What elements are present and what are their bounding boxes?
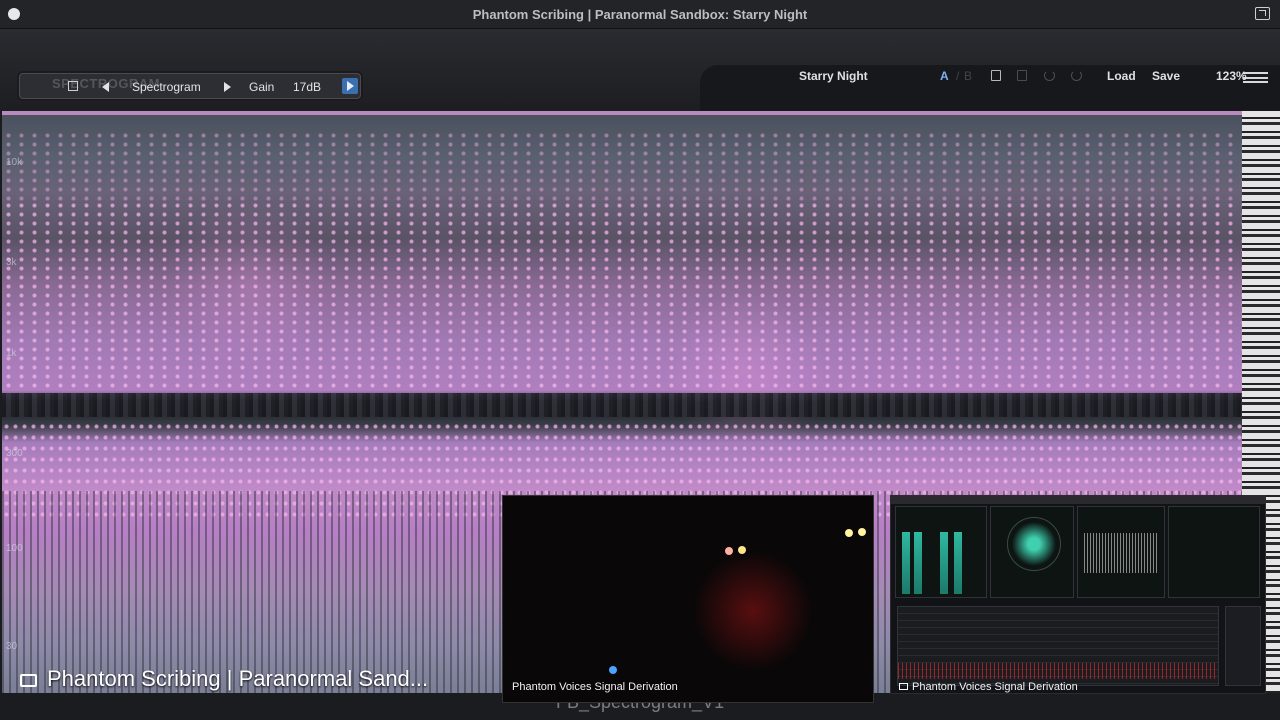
- save-button[interactable]: Save: [1152, 69, 1180, 83]
- gain-label: Gain: [249, 80, 275, 94]
- title-bar: Phantom Scribing | Paranormal Sandbox: S…: [0, 0, 1280, 29]
- meter-caption: Phantom Voices Signal Derivation: [899, 681, 1078, 693]
- spectrum-dark-band: [2, 393, 1242, 417]
- camera-feed-overlay: Phantom Voices Signal Derivation: [502, 495, 874, 703]
- plugin-toolbar: SPECTROGRAM Spectrogram Gain 17dB Starry…: [0, 29, 1280, 111]
- window-title: Phantom Scribing | Paranormal Sandbox: S…: [472, 7, 808, 22]
- toolbar-lower-strip: [700, 65, 1280, 111]
- copy-icon[interactable]: [991, 70, 1001, 81]
- stream-title-caption: Phantom Scribing | Paranormal Sand...: [20, 666, 428, 692]
- ab-a-button[interactable]: A: [940, 69, 949, 83]
- spectrogram-top-edge: [2, 111, 1242, 115]
- light-indicator: [725, 547, 733, 555]
- paste-icon[interactable]: [1017, 70, 1027, 81]
- vectorscope-panel: [990, 506, 1074, 598]
- ab-b-button[interactable]: B: [964, 69, 972, 83]
- vectorscope-circle: [1007, 517, 1061, 571]
- next-mode-arrow[interactable]: [224, 82, 231, 92]
- meter-plugin-overlay: Phantom Voices Signal Derivation: [890, 495, 1266, 694]
- redo-icon[interactable]: [1071, 70, 1082, 81]
- red-glow: [693, 551, 813, 671]
- meter-top-bar: [891, 496, 1265, 504]
- video-caption: Phantom Voices Signal Derivation: [512, 681, 678, 693]
- spectrum-texture-high: [2, 131, 1242, 201]
- exit-fullscreen-icon[interactable]: [1255, 7, 1270, 20]
- meter-caption-text: Phantom Voices Signal Derivation: [912, 681, 1078, 693]
- monitor-icon: [899, 683, 908, 690]
- previous-mode-arrow[interactable]: [102, 82, 109, 92]
- mode-label[interactable]: Spectrogram: [132, 80, 201, 94]
- freq-label: 100: [6, 543, 23, 554]
- light-indicator: [845, 529, 853, 537]
- zoom-level[interactable]: 123%: [1216, 69, 1247, 83]
- meter-side-controls: [1225, 606, 1261, 686]
- level-bar: [902, 532, 910, 594]
- stereo-panel: [1168, 506, 1260, 598]
- level-bar: [954, 532, 962, 594]
- spectrum-history-panel: [897, 606, 1219, 686]
- stream-title-text: Phantom Scribing | Paranormal Sand...: [47, 666, 429, 691]
- level-bar: [914, 532, 922, 594]
- view-controls-panel: SPECTROGRAM Spectrogram Gain 17dB: [19, 73, 361, 99]
- freq-label: 1k: [6, 348, 17, 359]
- freq-label: 300: [6, 448, 23, 459]
- light-indicator: [738, 546, 746, 554]
- correlation-noise: [1084, 533, 1158, 573]
- gain-value[interactable]: 17dB: [293, 80, 321, 94]
- freq-label: 10k: [6, 157, 23, 168]
- crop-icon[interactable]: [68, 81, 78, 91]
- undo-icon[interactable]: [1044, 70, 1055, 81]
- preset-name[interactable]: Starry Night: [799, 69, 868, 83]
- load-button[interactable]: Load: [1107, 69, 1136, 83]
- ab-separator: /: [956, 69, 960, 83]
- level-bar: [940, 532, 948, 594]
- light-indicator: [858, 528, 866, 536]
- freq-label: 3k: [6, 257, 17, 268]
- spectrum-texture-mid: [2, 201, 1242, 391]
- monitor-icon: [20, 674, 37, 687]
- spectrum-trace: [898, 663, 1218, 679]
- play-button[interactable]: [342, 78, 358, 94]
- freq-label: 30: [6, 641, 18, 652]
- level-meter-panel: [895, 506, 987, 598]
- light-indicator: [609, 666, 617, 674]
- correlation-panel: [1077, 506, 1165, 598]
